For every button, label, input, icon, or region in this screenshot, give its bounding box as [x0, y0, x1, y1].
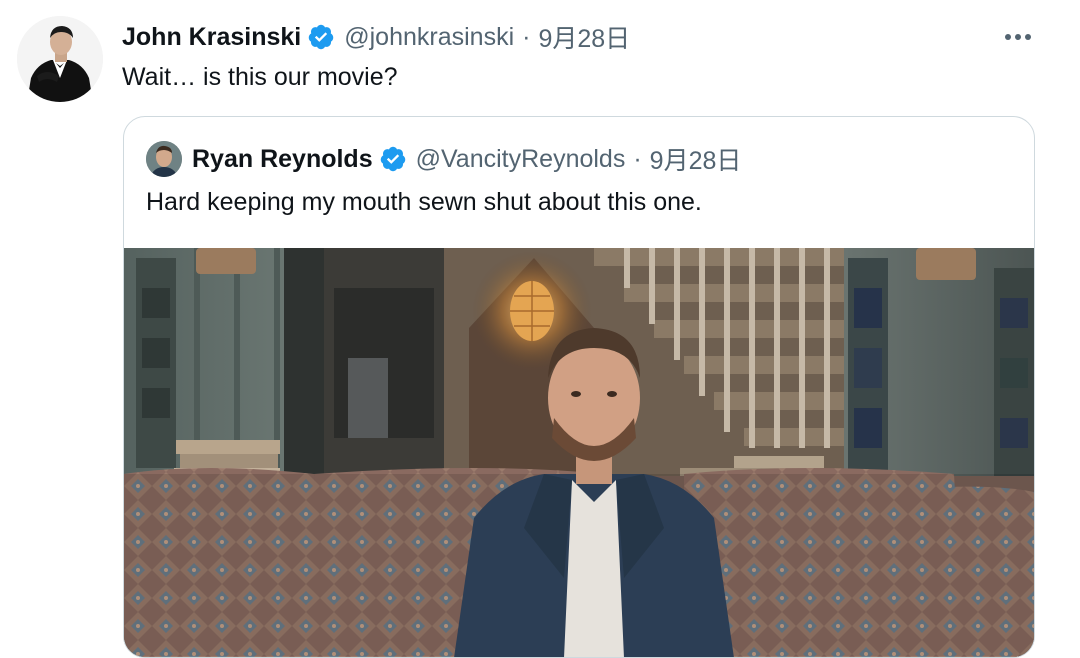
header-separator: · [522, 22, 531, 51]
author-display-name[interactable]: John Krasinski [122, 23, 301, 52]
tweet-text: Wait… is this our movie? [122, 63, 398, 91]
quoted-tweet-text: Hard keeping my mouth sewn shut about th… [146, 188, 702, 216]
quoted-header-separator: · [633, 144, 642, 173]
verified-badge-icon [379, 145, 407, 173]
quoted-tweet-media[interactable] [124, 248, 1034, 657]
verified-badge-icon [307, 23, 335, 51]
quoted-tweet[interactable]: Ryan Reynolds @VancityReynolds · 9月28日 H… [123, 116, 1035, 658]
quoted-tweet-date: 9月28日 [649, 147, 742, 175]
quoted-author-handle: @VancityReynolds [415, 144, 626, 173]
author-avatar[interactable] [17, 16, 103, 102]
tweet[interactable]: John Krasinski @johnkrasinski · 9月28日 Wa… [0, 0, 1080, 658]
tweet-date[interactable]: 9月28日 [538, 19, 630, 55]
quoted-author-avatar [146, 141, 182, 177]
quoted-author-display-name: Ryan Reynolds [192, 144, 373, 173]
quoted-tweet-header: Ryan Reynolds @VancityReynolds · 9月28日 [146, 139, 741, 179]
author-handle[interactable]: @johnkrasinski [344, 23, 514, 52]
more-options-button[interactable] [996, 20, 1040, 54]
tweet-header: John Krasinski @johnkrasinski · 9月28日 [122, 20, 630, 54]
more-options-icon [1005, 34, 1031, 40]
